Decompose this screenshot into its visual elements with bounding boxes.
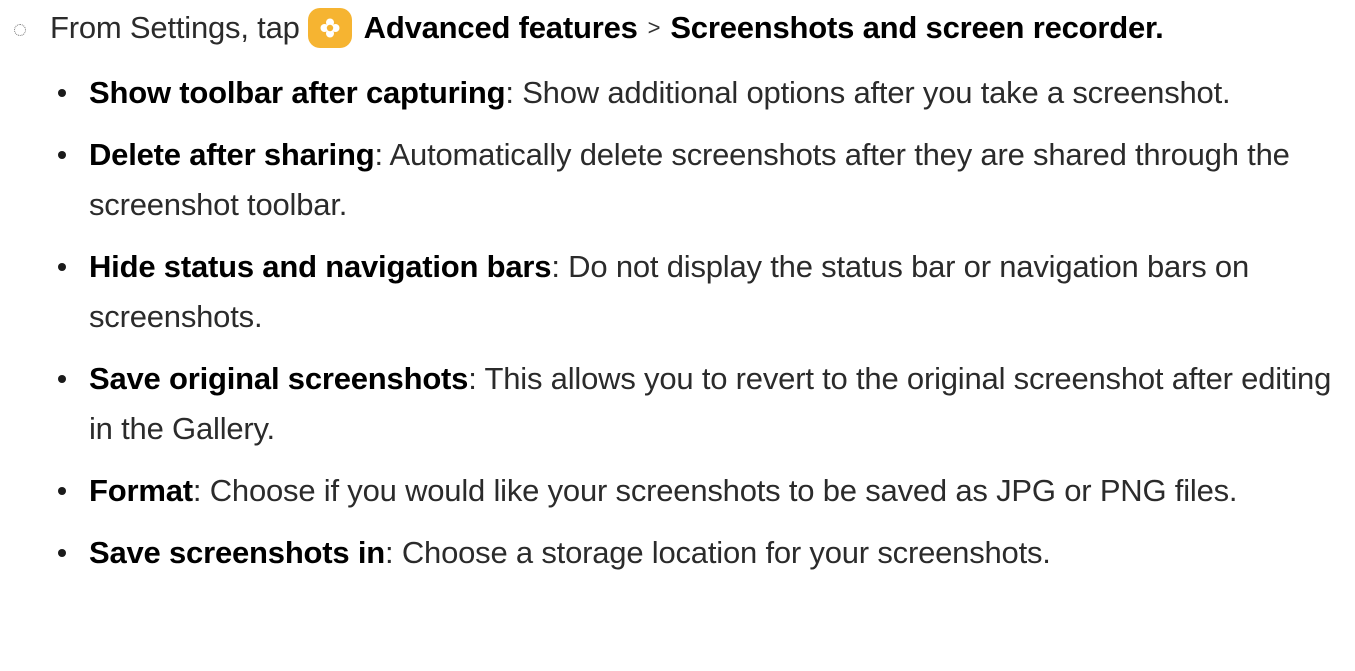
list-item: Delete after sharing: Automatically dele… (58, 130, 1348, 230)
option-term: Show toolbar after capturing (89, 75, 506, 110)
list-item: Save screenshots in: Choose a storage lo… (58, 528, 1348, 578)
bullet-icon (58, 263, 66, 271)
option-description: Choose a storage location for your scree… (393, 535, 1051, 570)
option-term: Save screenshots in (89, 535, 386, 570)
list-item: Show toolbar after capturing: Show addit… (58, 68, 1348, 118)
step-instruction: From Settings, tap Advanced features > S… (14, 8, 1164, 48)
menu-path-screenshots: Screenshots and screen recorder. (670, 10, 1164, 45)
bullet-icon (58, 151, 66, 159)
step-marker-icon (14, 24, 26, 36)
bullet-icon (58, 89, 66, 97)
list-item: Hide status and navigation bars: Do not … (58, 242, 1348, 342)
option-description: Choose if you would like your screenshot… (201, 473, 1238, 508)
option-term: Save original screenshots (89, 361, 469, 396)
options-list: Show toolbar after capturing: Show addit… (58, 68, 1348, 590)
path-separator: > (647, 15, 661, 40)
bullet-icon (58, 375, 66, 383)
bullet-icon (58, 549, 66, 557)
option-term: Format (89, 473, 193, 508)
advanced-features-icon (307, 8, 352, 48)
bullet-icon (58, 487, 66, 495)
option-term: Delete after sharing (89, 137, 375, 172)
list-item: Format: Choose if you would like your sc… (58, 466, 1348, 516)
menu-path-advanced-features: Advanced features (363, 10, 638, 45)
option-description: Show additional options after you take a… (513, 75, 1231, 110)
step-prefix: From Settings, tap (50, 10, 300, 45)
list-item: Save original screenshots: This allows y… (58, 354, 1348, 454)
option-term: Hide status and navigation bars (89, 249, 552, 284)
